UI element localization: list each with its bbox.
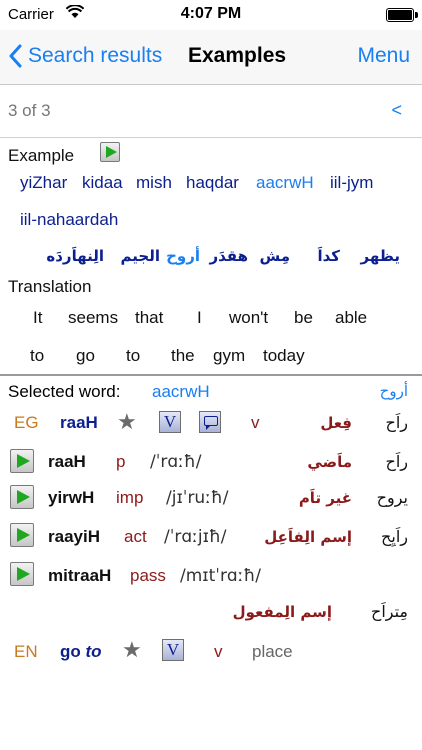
play-form-icon[interactable] bbox=[10, 523, 34, 547]
clock: 4:07 PM bbox=[180, 5, 242, 22]
play-form-icon[interactable] bbox=[10, 485, 34, 509]
page-title: Examples bbox=[188, 44, 287, 67]
verb-form-type-arabic: ماَضي bbox=[307, 453, 352, 471]
play-example-icon[interactable] bbox=[100, 142, 120, 162]
verb-form-type: pass bbox=[130, 566, 166, 585]
example-word[interactable]: iil-nahaardah bbox=[20, 210, 118, 230]
back-button[interactable]: Search results bbox=[8, 40, 162, 72]
verb-form-type: p bbox=[116, 452, 126, 471]
verb-form-type-arabic: غير تاَم bbox=[298, 489, 352, 507]
translation-word: to bbox=[126, 346, 141, 365]
translation-word: be bbox=[294, 308, 313, 327]
language-code: EN bbox=[14, 642, 38, 661]
translation-word: It bbox=[33, 308, 43, 327]
example-label: Example bbox=[8, 146, 75, 165]
dictionary-entry-eg[interactable]: EG raaH ★ V v فِعل راَح bbox=[0, 406, 422, 440]
translation-word: to bbox=[30, 346, 45, 365]
verb-form-arabic: يروح bbox=[376, 488, 408, 507]
translation-word: today bbox=[263, 346, 305, 365]
language-code: EG bbox=[14, 413, 39, 432]
navigation-bar: Search results Examples Menu bbox=[0, 30, 422, 85]
example-word[interactable]: kidaa bbox=[82, 173, 123, 193]
translation-label: Translation bbox=[8, 277, 92, 296]
part-of-speech: v bbox=[214, 642, 223, 661]
entry-lemma-arabic: راَح bbox=[385, 413, 409, 432]
entry-lemma: go to bbox=[60, 642, 102, 662]
verb-form-type: imp bbox=[116, 488, 144, 507]
example-arabic-word[interactable]: الجيم bbox=[121, 247, 160, 265]
example-word[interactable]: mish bbox=[136, 173, 172, 193]
verb-form-ipa: /ˈrɑːjɪħ/ bbox=[164, 527, 227, 547]
verb-form-ipa: /ˈrɑːħ/ bbox=[150, 452, 202, 472]
verb-form-type: act bbox=[124, 527, 147, 546]
example-arabic-word[interactable]: يظهر bbox=[361, 247, 400, 265]
example-arabic-word[interactable]: الِنهاَردَه bbox=[46, 247, 104, 265]
example-arabic-word[interactable]: مِش bbox=[260, 247, 291, 265]
verb-form: mitraaH bbox=[48, 566, 112, 585]
example-word[interactable]: haqdar bbox=[186, 173, 239, 193]
dictionary-entry-en[interactable]: EN go to ★ V v place bbox=[0, 634, 422, 668]
example-arabic-word[interactable]: هقدَر bbox=[210, 247, 249, 265]
example-word[interactable]: yiZhar bbox=[20, 173, 67, 193]
example-word-selected[interactable]: aacrwH bbox=[256, 173, 314, 193]
back-button-label: Search results bbox=[28, 44, 163, 67]
verb-form-type-arabic: إسم الِمفعول bbox=[232, 603, 332, 621]
selected-word-arabic: أروح bbox=[379, 382, 408, 400]
verb-form-arabic: راَيِح bbox=[381, 527, 408, 546]
example-arabic-word-selected[interactable]: أروح bbox=[166, 247, 200, 265]
translation-word: the bbox=[171, 346, 195, 365]
entry-lemma-main: go bbox=[60, 642, 81, 661]
verb-form-arabic: راَح bbox=[385, 452, 409, 471]
example-arabic-word[interactable]: كداَ bbox=[317, 247, 340, 265]
entry-lemma: raaH bbox=[60, 413, 98, 432]
chevron-left-icon bbox=[9, 44, 22, 68]
speech-bubble-icon[interactable] bbox=[199, 411, 221, 433]
page-count: 3 of 3 bbox=[8, 101, 51, 120]
verb-form: raaH bbox=[48, 452, 86, 471]
selected-word-label: Selected word: bbox=[8, 382, 121, 401]
verb-form-arabic: مِتراَح bbox=[371, 602, 408, 621]
translation-word: gym bbox=[213, 346, 246, 365]
part-of-speech: v bbox=[251, 413, 260, 432]
verb-conjugation-button[interactable]: V bbox=[162, 639, 184, 661]
battery-icon bbox=[386, 8, 418, 22]
part-of-speech-arabic: فِعل bbox=[320, 414, 352, 432]
translation-word: won't bbox=[229, 308, 269, 327]
entry-lemma-particle: to bbox=[85, 642, 102, 661]
example-word[interactable]: iil-jym bbox=[330, 173, 373, 193]
verb-form: yirwH bbox=[48, 488, 95, 507]
verb-form-ipa: /jɪˈruːħ/ bbox=[166, 488, 229, 508]
translation-word: that bbox=[135, 308, 164, 327]
menu-button[interactable]: Menu bbox=[357, 44, 410, 68]
play-form-icon[interactable] bbox=[10, 562, 34, 586]
verb-form: raayiH bbox=[48, 527, 100, 546]
translation-word: seems bbox=[68, 308, 119, 327]
star-icon[interactable]: ★ bbox=[122, 637, 142, 663]
verb-form-type-arabic: إسم الِفاَعِل bbox=[264, 528, 352, 546]
translation-word: go bbox=[76, 346, 95, 365]
verb-conjugation-button[interactable]: V bbox=[159, 411, 181, 433]
entry-gloss: place bbox=[252, 642, 293, 661]
play-form-icon[interactable] bbox=[10, 449, 34, 473]
section-divider bbox=[0, 374, 422, 376]
star-icon[interactable]: ★ bbox=[117, 409, 137, 435]
verb-form-ipa: /mɪtˈrɑːħ/ bbox=[180, 566, 261, 586]
translation-word: able bbox=[335, 308, 368, 327]
previous-button[interactable]: < bbox=[391, 100, 402, 121]
status-bar: Carrier 4:07 PM bbox=[0, 0, 422, 30]
translation-word: I bbox=[197, 308, 202, 327]
pager-bar: 3 of 3 < bbox=[0, 85, 422, 138]
selected-word: aacrwH bbox=[152, 382, 210, 401]
